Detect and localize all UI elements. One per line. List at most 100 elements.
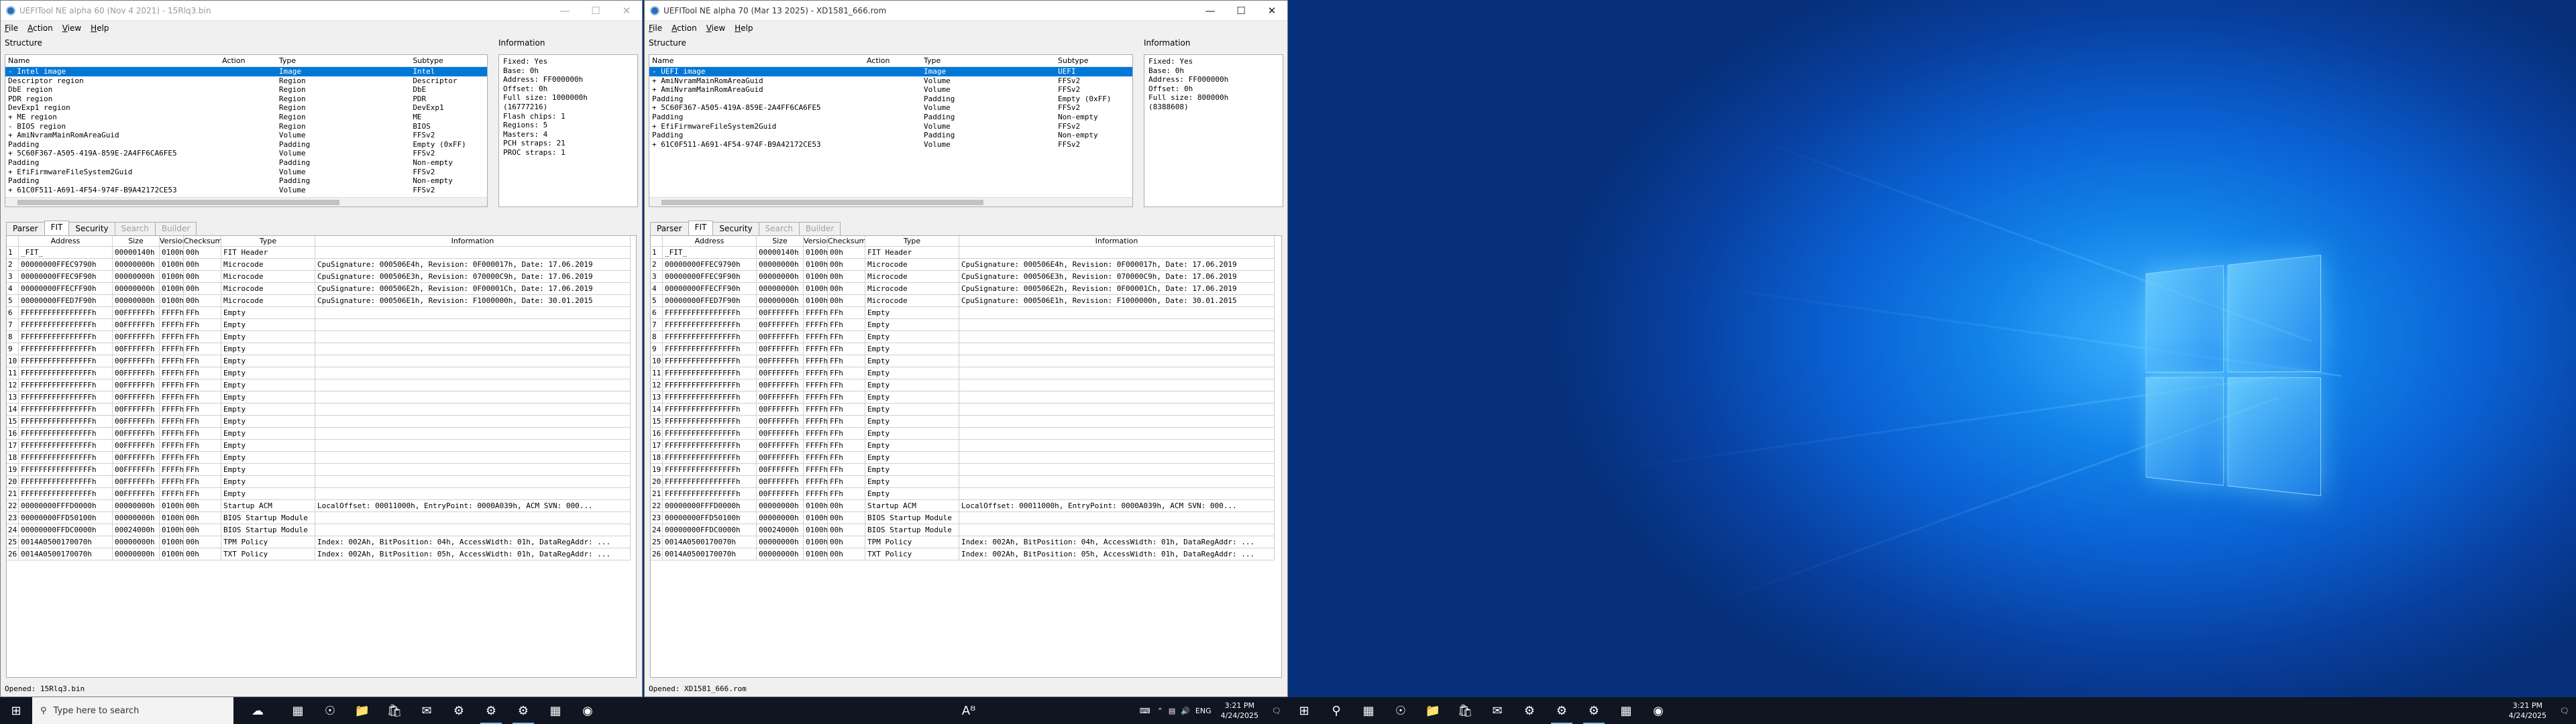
fit-row[interactable]: 24 00000000FFDC0000h 00024000h 0100h 00h BIOS… bbox=[7, 524, 636, 536]
task-view-icon[interactable]: ▦ bbox=[1352, 697, 1385, 724]
fit-row[interactable]: 1 _FIT_ 00000140h 0100h 00h FIT Header bbox=[7, 247, 636, 259]
fit-row[interactable]: 15 FFFFFFFFFFFFFFFFh 00FFFFFFh FFFFh FFh Empt… bbox=[651, 416, 1281, 428]
fit-col-information[interactable]: Information bbox=[315, 236, 631, 247]
tree-row[interactable]: Padding Padding Non-empty bbox=[649, 113, 1132, 122]
keyboard-icon[interactable]: ⌨ bbox=[1140, 707, 1150, 715]
fit-row[interactable]: 8 FFFFFFFFFFFFFFFFh 00FFFFFFh FFFFh FFh Empty bbox=[651, 331, 1281, 343]
tree-col-name[interactable]: Name bbox=[649, 56, 864, 65]
tree-row[interactable]: DbE region Region DbE bbox=[5, 85, 487, 95]
fit-row[interactable]: 2 00000000FFEC9790h 00000000h 0100h 00h Micro… bbox=[7, 259, 636, 271]
windows-start-icon[interactable]: ⊞ bbox=[1288, 697, 1320, 724]
search-box[interactable]: ⚲ Type here to search bbox=[32, 697, 233, 724]
structure-tree[interactable]: Name Action Type Subtype - Intel image Im… bbox=[5, 54, 488, 207]
fit-row[interactable]: 3 00000000FFEC9F90h 00000000h 0100h 00h Micro… bbox=[651, 271, 1281, 283]
fit-col-size[interactable]: Size bbox=[113, 236, 160, 247]
tree-row[interactable]: Padding Padding Non-empty bbox=[5, 176, 487, 186]
tree-row[interactable]: + EfiFirmwareFileSystem2Guid Volume FFSv2 bbox=[649, 122, 1132, 131]
fit-row[interactable]: 12 FFFFFFFFFFFFFFFFh 00FFFFFFh FFFFh FFh Empt… bbox=[7, 379, 636, 391]
tree-row[interactable]: + AmiNvramMainRomAreaGuid Volume FFSv2 bbox=[649, 85, 1132, 95]
fit-row[interactable]: 26 0014A0500170070h 00000000h 0100h 00h TXT P… bbox=[651, 548, 1281, 560]
fit-row[interactable]: 12 FFFFFFFFFFFFFFFFh 00FFFFFFh FFFFh FFh Empt… bbox=[651, 379, 1281, 391]
fit-row[interactable]: 9 FFFFFFFFFFFFFFFFh 00FFFFFFh FFFFh FFh Empty bbox=[7, 343, 636, 355]
fit-row[interactable]: 13 FFFFFFFFFFFFFFFFh 00FFFFFFh FFFFh FFh Empt… bbox=[7, 391, 636, 404]
fit-row[interactable]: 11 FFFFFFFFFFFFFFFFh 00FFFFFFh FFFFh FFh Empt… bbox=[651, 367, 1281, 379]
calculator-icon[interactable]: ▦ bbox=[1610, 697, 1642, 724]
fit-row[interactable]: 14 FFFFFFFFFFFFFFFFh 00FFFFFFh FFFFh FFh Empt… bbox=[651, 404, 1281, 416]
tree-col-subtype[interactable]: Subtype bbox=[410, 56, 487, 65]
fit-row[interactable]: 16 FFFFFFFFFFFFFFFFh 00FFFFFFh FFFFh FFh Empt… bbox=[7, 428, 636, 440]
fit-row[interactable]: 7 FFFFFFFFFFFFFFFFh 00FFFFFFh FFFFh FFh Empty bbox=[7, 319, 636, 331]
mail-icon[interactable]: ✉ bbox=[411, 697, 443, 724]
fit-row[interactable]: 9 FFFFFFFFFFFFFFFFh 00FFFFFFh FFFFh FFh Empty bbox=[651, 343, 1281, 355]
fit-row[interactable]: 18 FFFFFFFFFFFFFFFFh 00FFFFFFh FFFFh FFh Empt… bbox=[7, 452, 636, 464]
tree-col-subtype[interactable]: Subtype bbox=[1055, 56, 1132, 65]
fit-row[interactable]: 7 FFFFFFFFFFFFFFFFh 00FFFFFFh FFFFh FFh Empty bbox=[651, 319, 1281, 331]
menu-action[interactable]: Action bbox=[28, 23, 53, 33]
uefitool-window-right[interactable]: UEFITool NE alpha 70 (Mar 13 2025) - XD1… bbox=[644, 0, 1288, 697]
tab-fit[interactable]: FIT bbox=[688, 221, 714, 235]
uefitool-taskbar-icon[interactable]: ⚙ bbox=[475, 697, 507, 724]
language-icon[interactable]: Aᴽ bbox=[953, 697, 985, 724]
file-explorer-icon[interactable]: 📁 bbox=[1417, 697, 1449, 724]
tree-row[interactable]: Padding Padding Empty (0xFF) bbox=[649, 95, 1132, 104]
scrollbar-thumb[interactable] bbox=[661, 200, 983, 205]
tree-row[interactable]: Descriptor region Region Descriptor bbox=[5, 76, 487, 86]
tree-col-name[interactable]: Name bbox=[5, 56, 219, 65]
fit-row[interactable]: 17 FFFFFFFFFFFFFFFFh 00FFFFFFh FFFFh FFh Empt… bbox=[651, 440, 1281, 452]
menu-view[interactable]: View bbox=[706, 23, 725, 33]
horizontal-scrollbar[interactable] bbox=[649, 197, 1132, 206]
ime-icon[interactable]: ENG bbox=[1195, 707, 1212, 715]
fit-row[interactable]: 25 0014A0500170070h 00000000h 0100h 00h TPM P… bbox=[7, 536, 636, 548]
fit-row[interactable]: 6 FFFFFFFFFFFFFFFFh 00FFFFFFh FFFFh FFh Empty bbox=[7, 307, 636, 319]
menu-action[interactable]: Action bbox=[672, 23, 697, 33]
uefitool-window-left[interactable]: UEFITool NE alpha 60 (Nov 4 2021) - 15Rl… bbox=[0, 0, 643, 697]
fit-row[interactable]: 10 FFFFFFFFFFFFFFFFh 00FFFFFFh FFFFh FFh Empt… bbox=[651, 355, 1281, 367]
tab-parser[interactable]: Parser bbox=[650, 222, 689, 235]
uefitool-old-taskbar-icon[interactable]: ⚙ bbox=[1513, 697, 1546, 724]
tree-row[interactable]: Padding Padding Non-empty bbox=[5, 158, 487, 168]
clock[interactable]: 3:21 PM 4/24/2025 bbox=[1214, 701, 1265, 721]
windows-start-icon[interactable]: ⊞ bbox=[0, 697, 32, 724]
volume-icon[interactable]: 🔊 bbox=[1181, 707, 1190, 715]
store-icon[interactable]: 🛍 bbox=[378, 697, 411, 724]
fit-row[interactable]: 22 00000000FFFD0000h 00000000h 0100h 00h Star… bbox=[651, 500, 1281, 512]
tree-row[interactable]: - UEFI image Image UEFI bbox=[649, 67, 1132, 76]
fit-row[interactable]: 18 FFFFFFFFFFFFFFFFh 00FFFFFFh FFFFh FFh Empt… bbox=[651, 452, 1281, 464]
menu-file[interactable]: File bbox=[5, 23, 18, 33]
menu-help[interactable]: Help bbox=[735, 23, 753, 33]
tree-row[interactable]: + EfiFirmwareFileSystem2Guid Volume FFSv2 bbox=[5, 168, 487, 177]
fit-row[interactable]: 24 00000000FFDC0000h 00024000h 0100h 00h BIOS… bbox=[651, 524, 1281, 536]
fit-row[interactable]: 19 FFFFFFFFFFFFFFFFh 00FFFFFFh FFFFh FFh Empt… bbox=[7, 464, 636, 476]
tree-col-action[interactable]: Action bbox=[864, 56, 921, 65]
menu-file[interactable]: File bbox=[649, 23, 662, 33]
tab-security[interactable]: Security bbox=[68, 222, 115, 235]
tree-row[interactable]: + 5C60F367-A505-419A-859E-2A4FF6CA6FE5 Vo… bbox=[5, 149, 487, 158]
fit-table[interactable]: AddressSizeVersionChecksumTypeInformatio… bbox=[6, 235, 637, 678]
fit-row[interactable]: 15 FFFFFFFFFFFFFFFFh 00FFFFFFh FFFFh FFh Empt… bbox=[7, 416, 636, 428]
fit-row[interactable]: 1 _FIT_ 00000140h 0100h 00h FIT Header bbox=[651, 247, 1281, 259]
app-taskbar-icon[interactable]: ◉ bbox=[572, 697, 604, 724]
fit-table[interactable]: AddressSizeVersionChecksumTypeInformatio… bbox=[650, 235, 1282, 678]
network-icon[interactable]: ▤ bbox=[1169, 707, 1175, 715]
fit-row[interactable]: 10 FFFFFFFFFFFFFFFFh 00FFFFFFh FFFFh FFh Empt… bbox=[7, 355, 636, 367]
title-bar[interactable]: UEFITool NE alpha 70 (Mar 13 2025) - XD1… bbox=[645, 1, 1287, 21]
fit-row[interactable]: 14 FFFFFFFFFFFFFFFFh 00FFFFFFh FFFFh FFh Empt… bbox=[7, 404, 636, 416]
tree-row[interactable]: + ME region Region ME bbox=[5, 113, 487, 122]
structure-tree[interactable]: Name Action Type Subtype - UEFI image Ima… bbox=[649, 54, 1133, 207]
minimize-icon[interactable]: — bbox=[549, 1, 580, 21]
uefitool-taskbar-icon[interactable]: ⚙ bbox=[1546, 697, 1578, 724]
app-taskbar-icon[interactable]: ◉ bbox=[1642, 697, 1674, 724]
fit-row[interactable]: 21 FFFFFFFFFFFFFFFFh 00FFFFFFh FFFFh FFh Empt… bbox=[7, 488, 636, 500]
tab-fit[interactable]: FIT bbox=[44, 221, 70, 235]
fit-row[interactable]: 23 00000000FFD50100h 00000000h 0100h 00h BIOS… bbox=[651, 512, 1281, 524]
fit-row[interactable]: 5 00000000FFED7F90h 00000000h 0100h 00h Micro… bbox=[651, 295, 1281, 307]
fit-row[interactable]: 16 FFFFFFFFFFFFFFFFh 00FFFFFFh FFFFh FFh Empt… bbox=[651, 428, 1281, 440]
notification-icon[interactable]: 🗨 bbox=[1272, 707, 1281, 715]
search-icon[interactable]: ⚲ bbox=[1320, 697, 1352, 724]
maximize-icon[interactable]: ☐ bbox=[580, 1, 611, 21]
menu-view[interactable]: View bbox=[62, 23, 81, 33]
fit-row[interactable]: 22 00000000FFFD0000h 00000000h 0100h 00h Star… bbox=[7, 500, 636, 512]
tree-row[interactable]: + AmiNvramMainRomAreaGuid Volume FFSv2 bbox=[649, 76, 1132, 86]
fit-row[interactable]: 26 0014A0500170070h 00000000h 0100h 00h TXT P… bbox=[7, 548, 636, 560]
mail-icon[interactable]: ✉ bbox=[1481, 697, 1513, 724]
